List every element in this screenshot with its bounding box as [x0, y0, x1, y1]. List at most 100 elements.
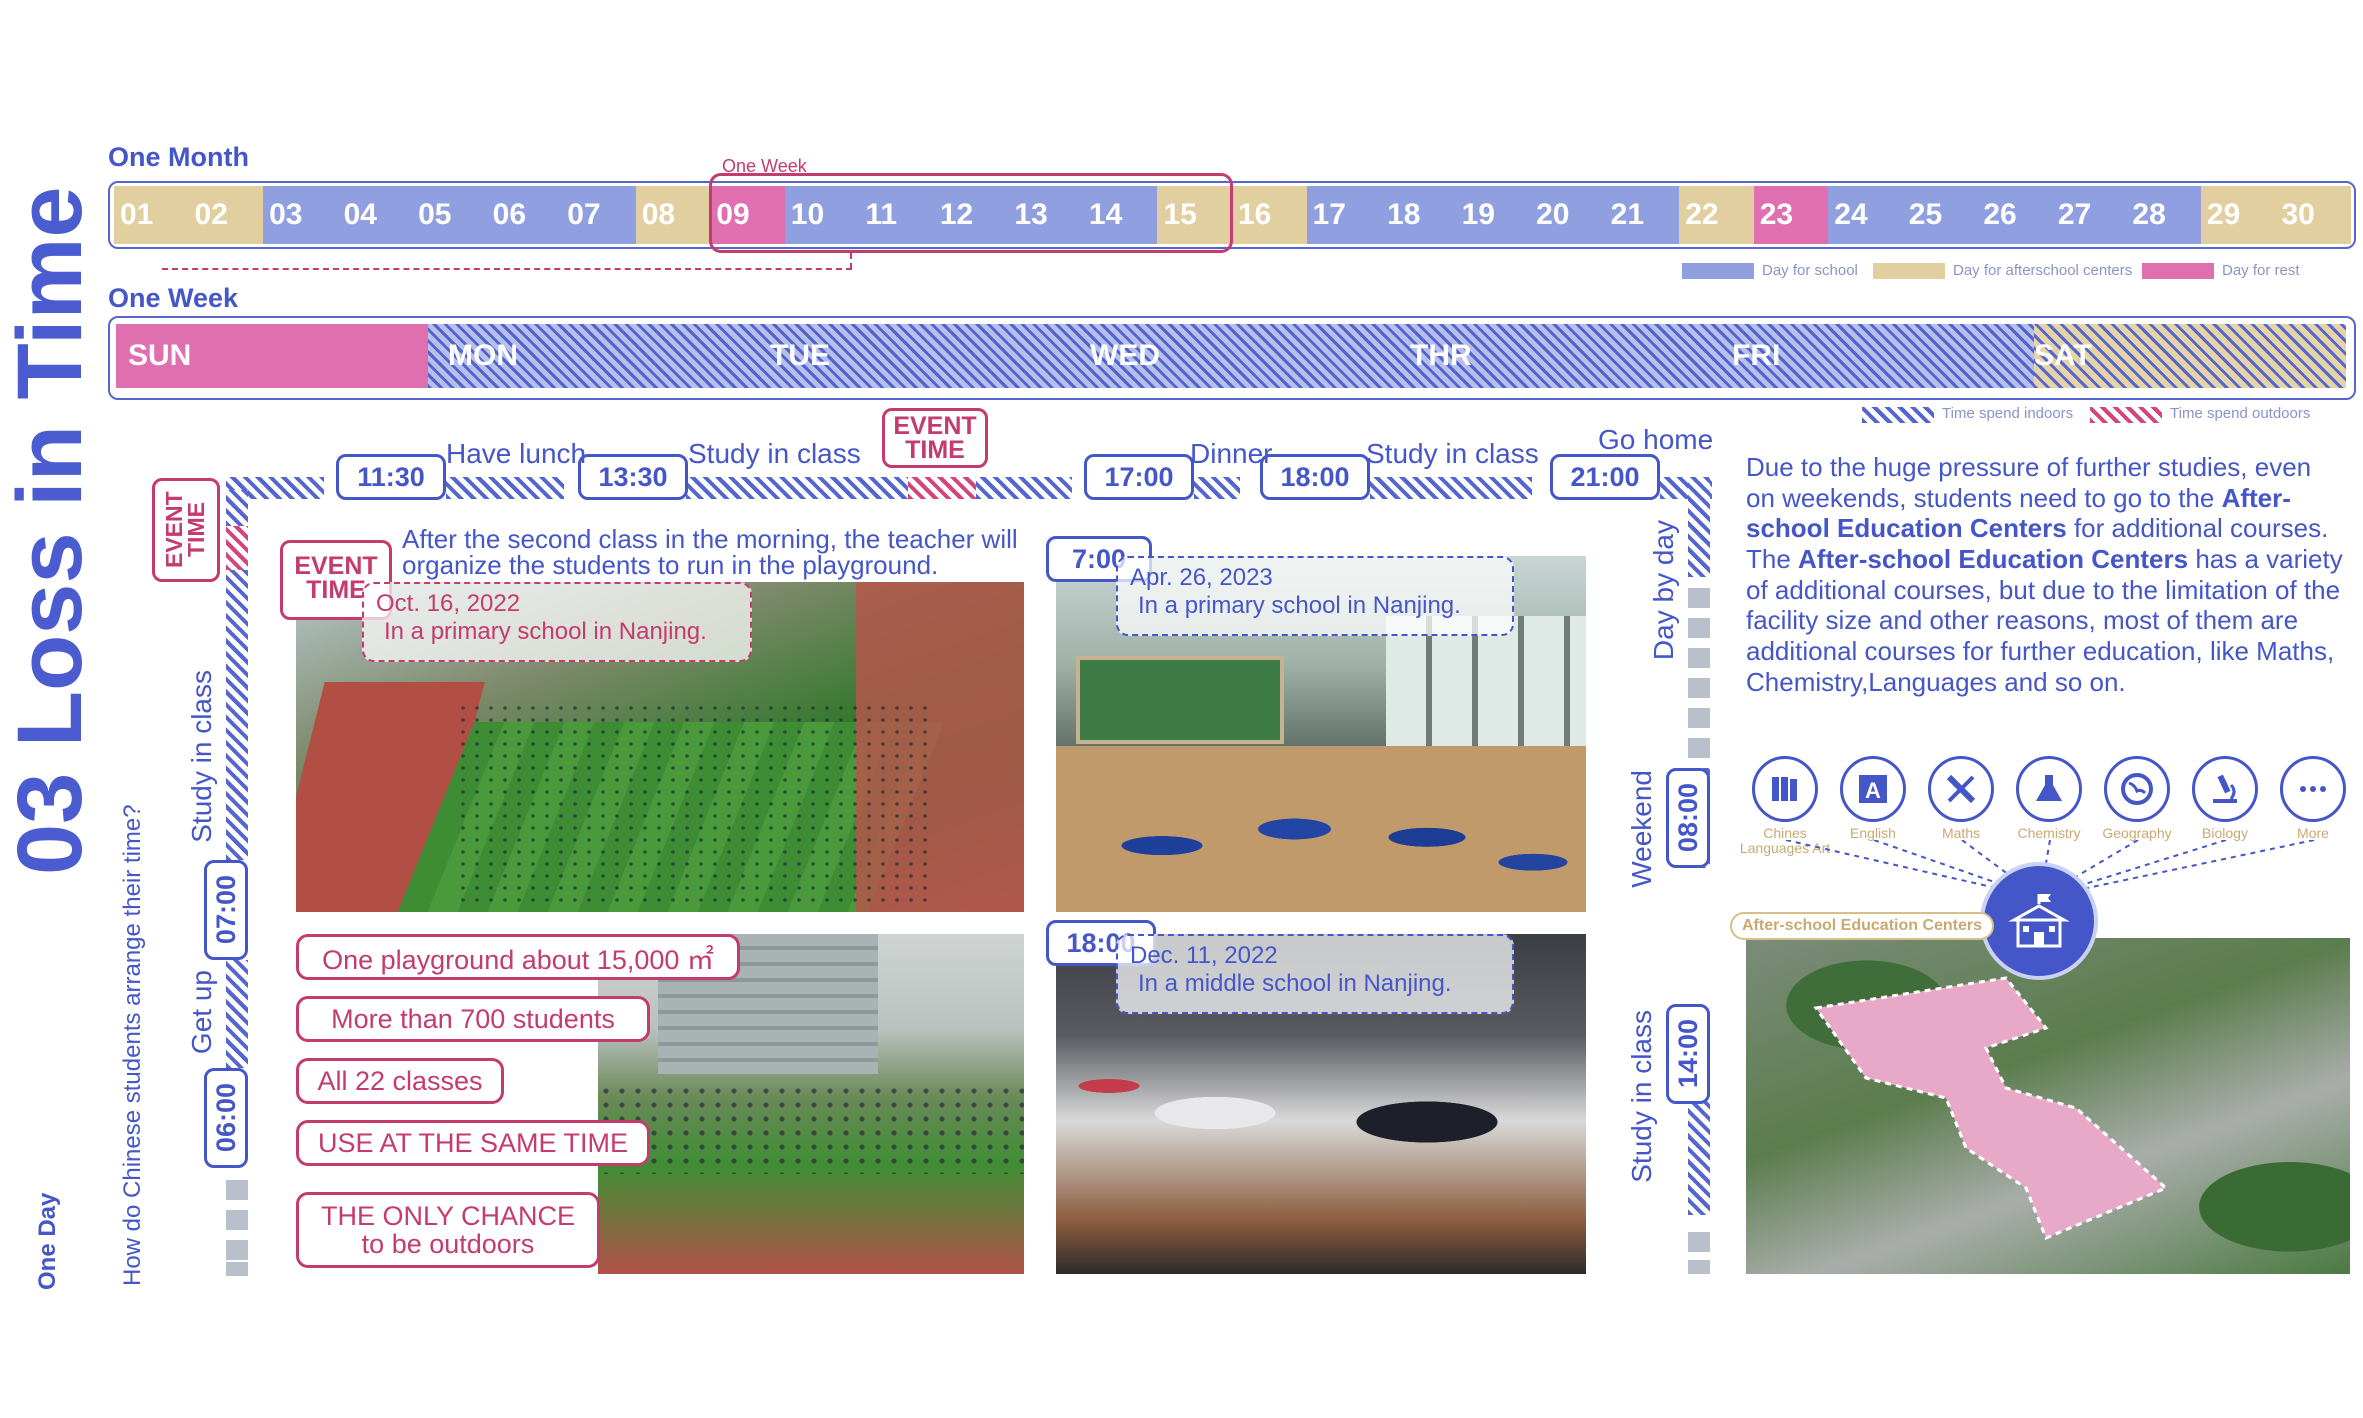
label-study-right: Study in class — [1626, 1010, 1657, 1183]
right-gray-4 — [1688, 678, 1710, 698]
blackboard — [1076, 656, 1284, 744]
week-day-tue: TUE — [770, 339, 830, 372]
left-track-c — [226, 960, 248, 1068]
month-day-19[interactable]: 19 — [1455, 186, 1532, 244]
left-gray-4 — [226, 1262, 248, 1276]
left-gray-2 — [226, 1210, 248, 1230]
legend-outdoor-swatch — [2090, 407, 2162, 423]
one-day-label: One Day — [34, 1192, 61, 1290]
month-day-23[interactable]: 23 — [1753, 186, 1830, 244]
photo2-caption: Apr. 26, 2023 In a primary school in Nan… — [1116, 556, 1514, 636]
week-connector-down — [850, 253, 852, 269]
month-day-21[interactable]: 21 — [1604, 186, 1681, 244]
month-day-02[interactable]: 02 — [188, 186, 265, 244]
crowd-dots — [456, 702, 936, 902]
top-track-c — [686, 477, 908, 499]
month-day-16[interactable]: 16 — [1232, 186, 1308, 244]
legend-school-swatch — [1682, 263, 1754, 279]
month-day-20[interactable]: 20 — [1530, 186, 1606, 244]
time-1400-label: 14:00 — [1672, 1019, 1703, 1089]
week-day-fri: FRI — [1732, 339, 1781, 372]
legend-indoor-label: Time spend indoors — [1942, 405, 2074, 422]
left-gray-1 — [226, 1180, 248, 1200]
week-day-thr: THR — [1410, 339, 1472, 372]
students-back — [1056, 1014, 1586, 1194]
label-have-lunch: Have lunch — [446, 438, 587, 469]
center-label: After-school Education Centers — [1730, 912, 1995, 940]
event-time-left-label: EVENT TIME — [161, 491, 209, 569]
legend-outdoor-label: Time spend outdoors — [2170, 405, 2311, 422]
right-track-c — [1688, 1090, 1710, 1215]
photo4-date: Dec. 11, 2022 — [1130, 942, 1278, 969]
month-day-29[interactable]: 29 — [2200, 186, 2277, 244]
books-icon — [1752, 756, 1818, 822]
right-gray-7 — [1688, 1232, 1710, 1252]
crowd — [598, 1084, 1024, 1174]
month-day-03[interactable]: 03 — [263, 186, 339, 244]
month-day-28[interactable]: 28 — [2126, 186, 2203, 244]
month-day-18[interactable]: 18 — [1381, 186, 1457, 244]
legend-indoor-swatch — [1862, 407, 1934, 423]
month-day-25[interactable]: 25 — [1902, 186, 1979, 244]
label-dinner: Dinner — [1190, 438, 1273, 469]
event-time-top: EVENT TIME — [882, 408, 988, 468]
week-day-mon: MON — [448, 339, 518, 372]
top-track-b — [446, 477, 564, 499]
top-track-e — [1194, 477, 1240, 499]
top-track-f — [1370, 477, 1532, 499]
label-get-up: Get up — [186, 970, 217, 1055]
label-go-home: Go home — [1598, 424, 1714, 455]
week-highlight[interactable] — [709, 173, 1233, 253]
week-bar: SUN MON TUE WED THR FRI SAT — [108, 316, 2356, 400]
label-study-1: Study in class — [688, 438, 861, 469]
month-day-05[interactable]: 05 — [412, 186, 488, 244]
week-weekdays — [428, 324, 2034, 388]
time-1330: 13:30 — [578, 454, 688, 500]
right-gray-3 — [1688, 648, 1710, 668]
right-gray-6 — [1688, 738, 1710, 758]
fact-students: More than 700 students — [296, 996, 650, 1042]
fact-classes: All 22 classes — [296, 1058, 504, 1104]
left-track-event — [226, 526, 248, 570]
fact-only-chance: THE ONLY CHANCE to be outdoors — [296, 1192, 600, 1268]
photo1-place: In a primary school in Nanjing. — [384, 617, 707, 645]
month-day-22[interactable]: 22 — [1679, 186, 1755, 244]
month-day-01[interactable]: 01 — [114, 186, 190, 244]
month-day-06[interactable]: 06 — [486, 186, 563, 244]
time-0700-label: 07:00 — [210, 875, 241, 945]
week-label: One Week — [108, 283, 239, 313]
month-day-30[interactable]: 30 — [2275, 186, 2352, 244]
month-day-26[interactable]: 26 — [1977, 186, 2053, 244]
photo-playground-ground — [598, 934, 1024, 1274]
legend-after-label: Day for afterschool centers — [1953, 262, 2133, 279]
top-track-event — [908, 477, 976, 499]
center-badge — [1980, 862, 2098, 980]
right-gray-5 — [1688, 708, 1710, 728]
month-day-17[interactable]: 17 — [1306, 186, 1383, 244]
photo1-date: Oct. 16, 2022 — [376, 590, 521, 617]
month-day-08[interactable]: 08 — [635, 186, 712, 244]
para2-a: The — [1746, 544, 1799, 575]
left-gray-3 — [226, 1240, 248, 1260]
students — [1056, 746, 1586, 912]
fact-only-chance-text: THE ONLY CHANCE to be outdoors — [320, 1200, 576, 1259]
fact-playground-area: One playground about 15,000 ㎡ — [296, 934, 740, 980]
more-dots-icon — [2280, 756, 2346, 822]
one-day-question: How do Chinese students arrange their ti… — [119, 804, 146, 1286]
photo-education-center — [1746, 938, 2350, 1274]
legend-rest-swatch — [2142, 263, 2214, 279]
legend-after-swatch — [1873, 263, 1945, 279]
photo1-caption: Oct. 16, 2022 In a primary school in Nan… — [362, 582, 752, 662]
photo4-place: In a middle school in Nanjing. — [1138, 969, 1452, 997]
month-day-27[interactable]: 27 — [2051, 186, 2128, 244]
school-icon — [2008, 894, 2070, 948]
time-1400: 14:00 — [1666, 1004, 1710, 1104]
month-day-04[interactable]: 04 — [337, 186, 414, 244]
month-day-24[interactable]: 24 — [1828, 186, 1904, 244]
month-day-07[interactable]: 07 — [561, 186, 637, 244]
legend-rest-label: Day for rest — [2222, 262, 2300, 279]
right-track-a — [1688, 477, 1710, 577]
left-track-b — [226, 570, 248, 860]
time-0700: 07:00 — [204, 860, 248, 960]
time-0800-label: 08:00 — [1672, 783, 1703, 853]
